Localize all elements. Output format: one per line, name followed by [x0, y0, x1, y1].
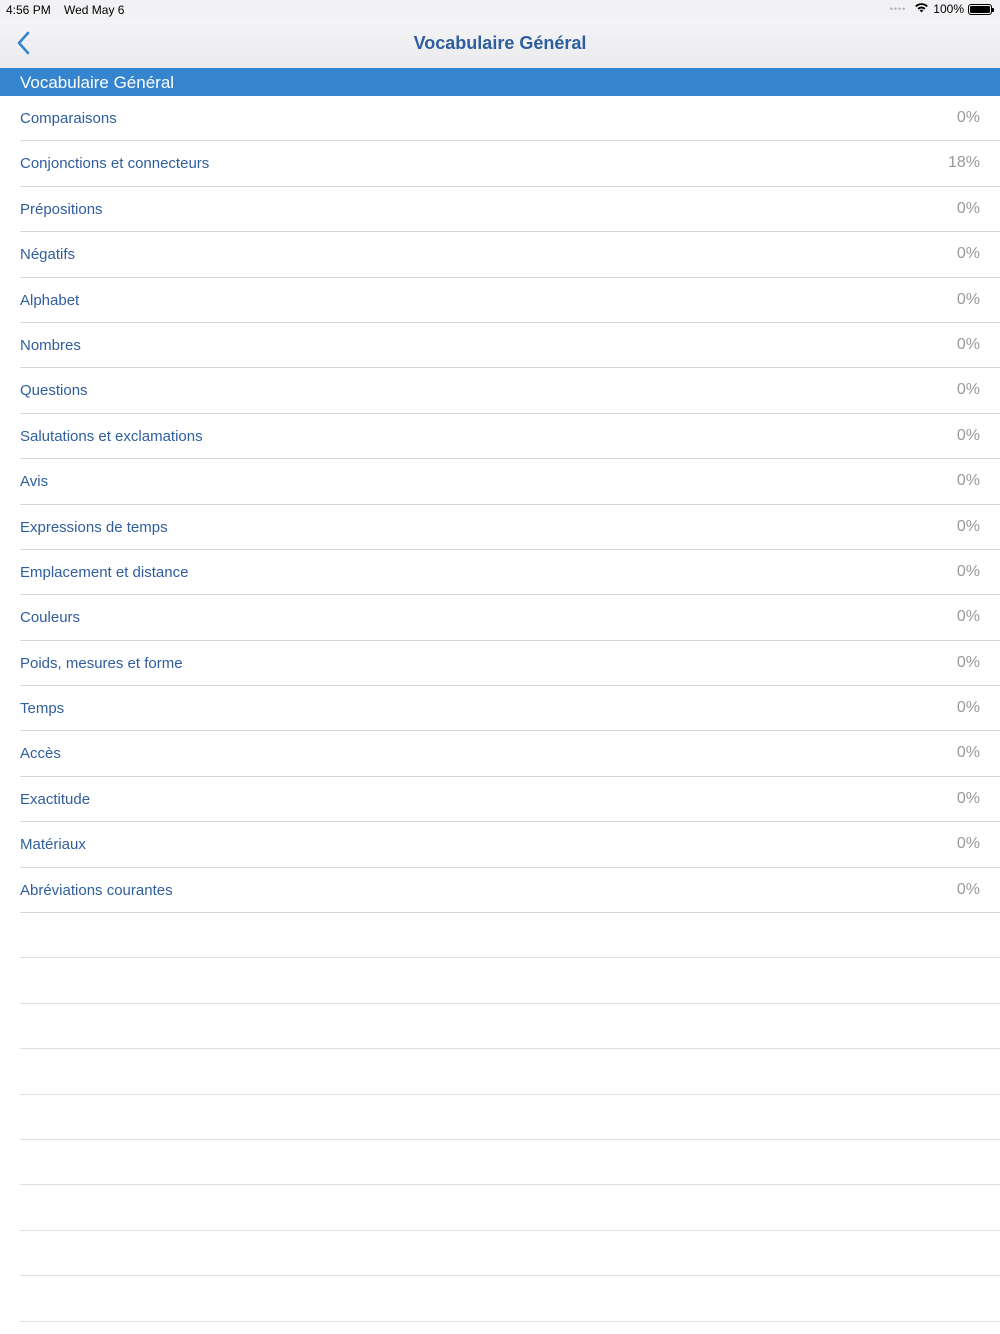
list-item[interactable]: Comparaisons 0%	[0, 96, 1000, 142]
list-item-label: Alphabet	[20, 291, 80, 309]
list-item[interactable]: Négatifs 0%	[0, 232, 1000, 278]
empty-row	[0, 1231, 1000, 1277]
list-item-label: Matériaux	[20, 836, 86, 854]
list-item[interactable]: Avis 0%	[0, 459, 1000, 505]
empty-row	[0, 1185, 1000, 1232]
list-item-progress: 0%	[956, 199, 980, 217]
list-item[interactable]: Expressions de temps 0%	[0, 505, 1000, 551]
empty-row	[0, 1276, 1000, 1322]
wifi-icon	[914, 2, 929, 16]
empty-row	[0, 1140, 1000, 1186]
status-date: Wed May 6	[64, 3, 125, 17]
list-item-progress: 0%	[956, 109, 980, 126]
status-indicators: •••• 100%	[889, 2, 994, 16]
battery-icon	[968, 3, 994, 15]
list-item-progress: 0%	[956, 699, 980, 717]
list-item-label: Questions	[20, 382, 88, 400]
list-item-label: Comparaisons	[20, 110, 117, 127]
list-item[interactable]: Nombres 0%	[0, 323, 1000, 369]
empty-row	[0, 1049, 1000, 1095]
list-item-progress: 0%	[956, 290, 980, 308]
list-item-progress: 0%	[956, 880, 980, 898]
empty-row	[0, 1004, 1000, 1050]
list-item-progress: 0%	[956, 744, 980, 762]
list-item-label: Négatifs	[20, 246, 76, 264]
empty-row	[0, 913, 1000, 959]
status-bar: 4:56 PM Wed May 6 •••• 100%	[0, 0, 1000, 20]
signal-dots-icon: ••••	[889, 4, 907, 14]
list-item[interactable]: Alphabet 0%	[0, 278, 1000, 324]
list-item-label: Conjonctions et connecteurs	[20, 155, 210, 173]
list-item[interactable]: Couleurs 0%	[0, 595, 1000, 642]
list-item-progress: 0%	[956, 381, 980, 399]
list-item-label: Temps	[20, 700, 65, 718]
page-title: Vocabulaire Général	[413, 33, 587, 53]
list-item[interactable]: Poids, mesures et forme 0%	[0, 641, 1000, 687]
list-item-progress: 18%	[947, 154, 980, 172]
list-item[interactable]: Questions 0%	[0, 368, 1000, 415]
list-item-progress: 0%	[956, 608, 980, 626]
list-item[interactable]: Emplacement et distance 0%	[0, 550, 1000, 596]
battery-percent: 100%	[933, 2, 964, 16]
list-item-label: Accès	[20, 745, 61, 763]
list-item-progress: 0%	[956, 517, 980, 535]
list-item-progress: 0%	[956, 835, 980, 853]
list-item-label: Poids, mesures et forme	[20, 654, 183, 672]
list-item-label: Avis	[20, 473, 49, 491]
list-item-label: Emplacement et distance	[20, 563, 189, 581]
empty-row	[0, 958, 1000, 1005]
list-item-progress: 0%	[956, 653, 980, 671]
list-item[interactable]: Exactitude 0%	[0, 777, 1000, 823]
list-item[interactable]: Conjonctions et connecteurs 18%	[0, 141, 1000, 188]
empty-row	[0, 1095, 1000, 1141]
list-item[interactable]: Accès 0%	[0, 731, 1000, 778]
list-item[interactable]: Prépositions 0%	[0, 187, 1000, 233]
list-item-label: Exactitude	[20, 790, 91, 808]
list-item-label: Couleurs	[20, 609, 81, 627]
category-list: Comparaisons 0% Conjonctions et connecteur…	[0, 96, 1000, 1322]
list-item-label: Expressions de temps	[20, 518, 168, 536]
list-item[interactable]: Temps 0%	[0, 686, 1000, 732]
navigation-bar: Vocabulaire Général	[0, 20, 1000, 68]
list-item-progress: 0%	[956, 335, 980, 353]
list-item-progress: 0%	[956, 426, 980, 444]
list-item-label: Prépositions	[20, 200, 103, 218]
status-time: 4:56 PM	[6, 3, 51, 17]
list-item[interactable]: Salutations et exclamations 0%	[0, 414, 1000, 460]
list-item-progress: 0%	[956, 472, 980, 490]
section-header: Vocabulaire Général	[0, 68, 1000, 96]
list-item[interactable]: Matériaux 0%	[0, 822, 1000, 869]
list-item-label: Salutations et exclamations	[20, 427, 203, 445]
list-item-progress: 0%	[956, 562, 980, 580]
list-item-label: Abréviations courantes	[20, 881, 173, 899]
list-item-progress: 0%	[956, 789, 980, 807]
list-item[interactable]: Abréviations courantes 0%	[0, 868, 1000, 914]
list-item-progress: 0%	[956, 245, 980, 263]
list-item-label: Nombres	[20, 336, 81, 354]
